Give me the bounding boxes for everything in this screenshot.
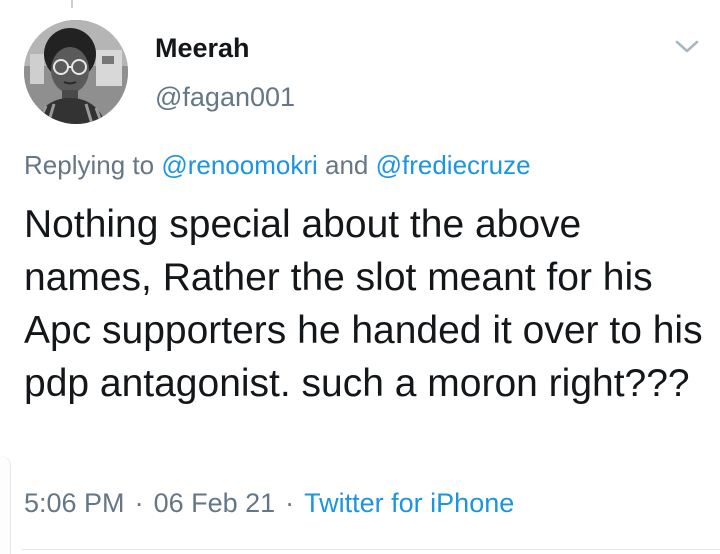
tweet-metadata: 5:06 PM · 06 Feb 21 · Twitter for iPhone xyxy=(24,488,514,519)
side-panel-edge xyxy=(0,456,11,554)
meta-separator: · xyxy=(134,488,144,518)
thread-connector-line xyxy=(71,0,73,8)
replying-to-label: Replying to xyxy=(24,150,162,180)
tweet-source-link[interactable]: Twitter for iPhone xyxy=(304,488,514,518)
avatar-photo-icon xyxy=(24,20,128,124)
tweet-text: Nothing special about the above names, R… xyxy=(24,203,703,405)
replying-to-line: Replying to @renoomokri and @frediecruze xyxy=(24,150,531,181)
chevron-down-icon[interactable] xyxy=(674,38,700,56)
tweet-time[interactable]: 5:06 PM xyxy=(24,488,125,518)
meta-separator: · xyxy=(285,488,295,518)
mention-link-frediecruze[interactable]: @frediecruze xyxy=(376,150,531,180)
replying-conjunction: and xyxy=(317,150,376,180)
bottom-divider xyxy=(22,549,720,550)
display-name[interactable]: Meerah xyxy=(155,33,250,64)
username-handle[interactable]: @fagan001 xyxy=(155,82,295,113)
avatar[interactable] xyxy=(24,20,128,124)
tweet-date[interactable]: 06 Feb 21 xyxy=(154,488,276,518)
mention-link-renoomokri[interactable]: @renoomokri xyxy=(161,150,317,180)
